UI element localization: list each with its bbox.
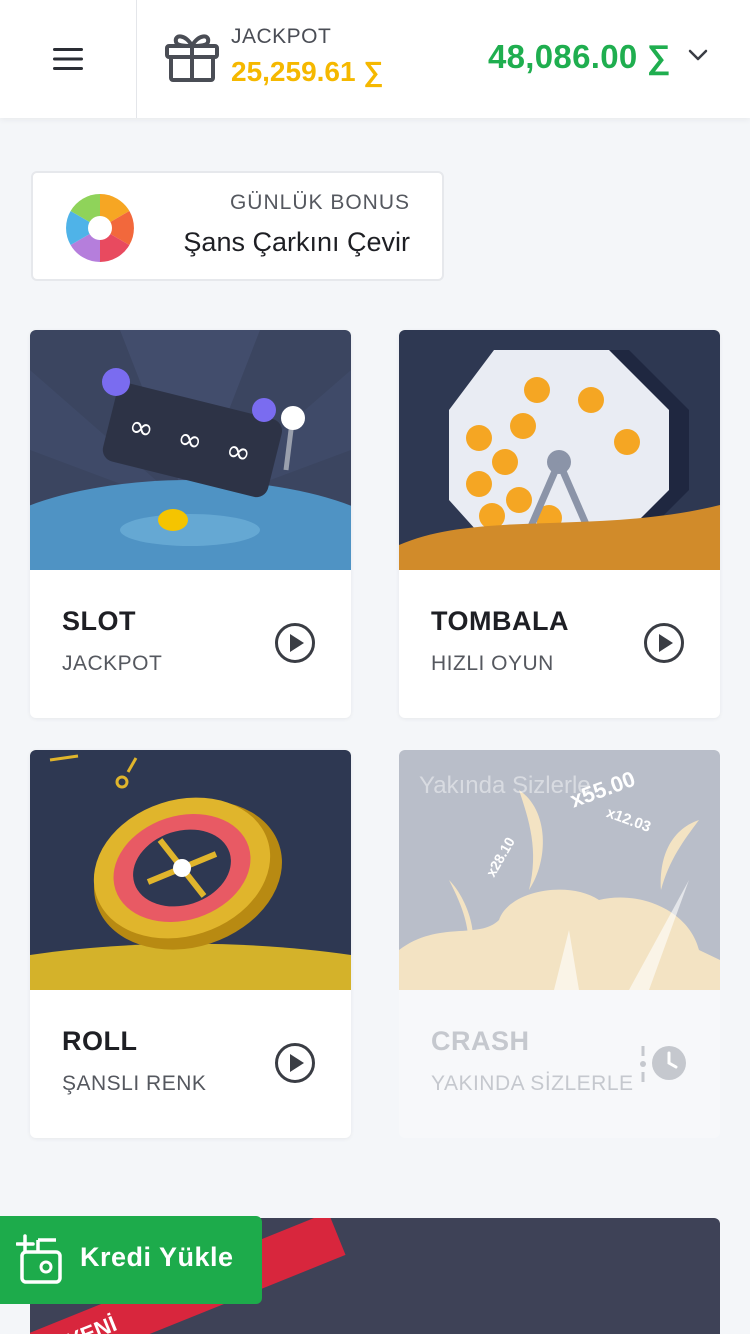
color-wheel-icon	[66, 194, 134, 262]
load-credit-label: Kredi Yükle	[80, 1242, 234, 1272]
menu-button[interactable]	[0, 0, 137, 118]
crash-illustration: x55.00 x12.03 x28.10 Yakında Sizlerle	[399, 750, 720, 990]
bonus-label: GÜNLÜK BONUS	[229, 191, 410, 214]
clock-icon	[640, 1046, 686, 1082]
game-subtitle: HIZLI OYUN	[431, 652, 554, 675]
game-title: CRASH	[431, 1026, 530, 1056]
game-subtitle: ŞANSLI RENK	[62, 1072, 207, 1095]
hamburger-menu-icon[interactable]	[53, 48, 83, 70]
jackpot-value: 25,259.61 ∑	[231, 56, 384, 87]
top-header: JACKPOT 25,259.61 ∑ 48,086.00 ∑	[0, 0, 750, 118]
play-icon[interactable]	[643, 622, 685, 664]
tombala-illustration	[399, 330, 720, 570]
bonus-title: Şans Çarkını Çevir	[183, 227, 410, 257]
chevron-down-icon[interactable]	[688, 48, 708, 62]
game-subtitle: JACKPOT	[62, 652, 163, 675]
game-title: SLOT	[62, 606, 136, 636]
jackpot-label: JACKPOT	[231, 25, 332, 48]
play-icon[interactable]	[274, 1042, 316, 1084]
multiplier-label: x12.03	[604, 804, 653, 836]
promo-ribbon-text: YENİ	[63, 1310, 121, 1334]
game-card-crash: x55.00 x12.03 x28.10 Yakında Sizlerle CR…	[399, 750, 720, 1138]
game-card-roll[interactable]: ROLL ŞANSLI RENK	[30, 750, 351, 1138]
game-subtitle: YAKINDA SİZLERLE	[431, 1072, 634, 1095]
roulette-illustration	[30, 750, 351, 990]
game-title: ROLL	[62, 1026, 138, 1056]
daily-bonus-card[interactable]: GÜNLÜK BONUS Şans Çarkını Çevir	[31, 171, 444, 281]
gift-icon	[165, 34, 219, 82]
multiplier-label: x28.10	[483, 834, 518, 879]
game-card-slot[interactable]: ∞ ∞ ∞ SLOT JACKPOT	[30, 330, 351, 718]
balance-amount[interactable]: 48,086.00 ∑	[488, 38, 671, 76]
coming-soon-overlay: Yakında Sizlerle	[419, 772, 591, 799]
wallet-add-icon	[16, 1234, 62, 1284]
game-title: TOMBALA	[431, 606, 569, 636]
game-card-tombala[interactable]: TOMBALA HIZLI OYUN	[399, 330, 720, 718]
load-credit-button[interactable]: Kredi Yükle	[0, 1216, 262, 1304]
play-icon[interactable]	[274, 622, 316, 664]
slot-illustration: ∞ ∞ ∞	[30, 330, 351, 570]
